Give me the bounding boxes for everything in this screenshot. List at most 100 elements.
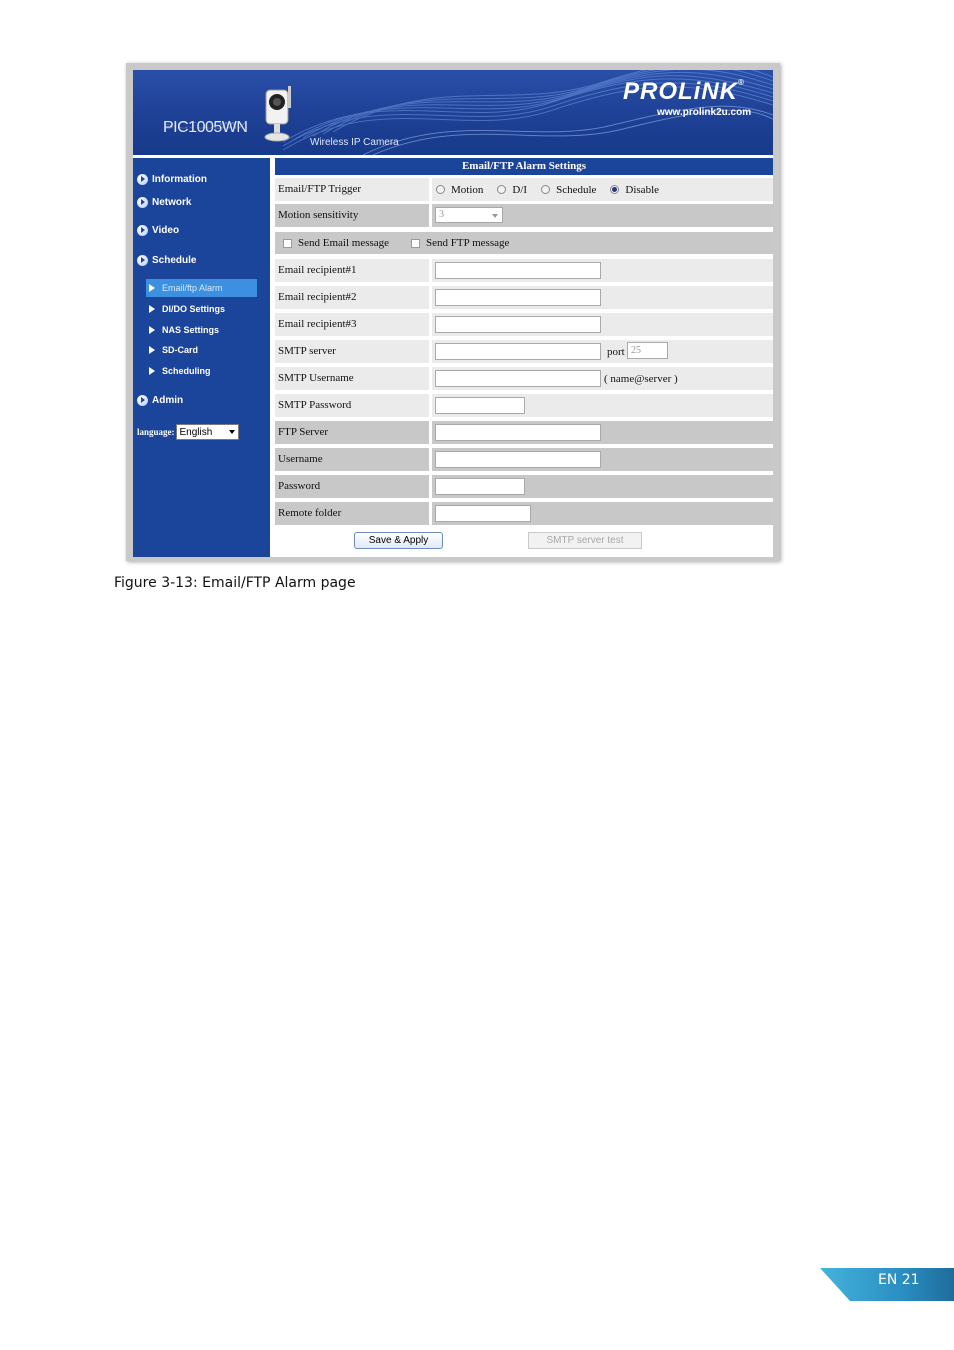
page-number: EN 21: [878, 1272, 920, 1288]
smtp-username-hint: ( name@server ): [604, 373, 678, 385]
nav-label: Network: [152, 196, 192, 208]
radio-label: Schedule: [556, 183, 597, 196]
remote-folder-label: Remote folder: [278, 507, 342, 519]
row-email-recipient-1: Email recipient#1: [275, 259, 773, 282]
screenshot-frame: PIC1005WN PIC1005WN Wireless IP Camera P…: [126, 63, 780, 561]
trigger-radio-group: Motion D/I Schedule Disable: [436, 178, 673, 201]
radio-label: Disable: [625, 183, 660, 196]
sensitivity-cell: 3: [432, 204, 773, 227]
language-row: language: English: [137, 424, 239, 440]
row-trigger: Email/FTP Trigger Motion D/I Schedule Di…: [275, 178, 773, 201]
nav-label: Admin: [152, 394, 184, 406]
smtp-password-cell: [432, 394, 773, 417]
row-email-recipient-3: Email recipient#3: [275, 313, 773, 336]
send-email-checkbox[interactable]: Send Email message: [283, 237, 389, 249]
smtp-server-cell: port 25: [432, 340, 773, 363]
row-smtp-server: SMTP server port 25: [275, 340, 773, 363]
send-ftp-checkbox[interactable]: Send FTP message: [411, 237, 509, 249]
radio-label: Motion: [451, 183, 484, 196]
trigger-options: Motion D/I Schedule Disable: [432, 178, 773, 201]
recipient2-label: Email recipient#2: [278, 291, 357, 303]
nav-label: Information: [152, 173, 207, 185]
radio-disable[interactable]: Disable: [610, 184, 659, 196]
nav-schedule[interactable]: Schedule: [137, 253, 196, 267]
form-title: Email/FTP Alarm Settings: [275, 158, 773, 175]
sidebar-nav: Information Network Video Schedule Email…: [133, 158, 270, 557]
triangle-right-icon: [149, 367, 155, 375]
arrow-bullet-icon: [137, 224, 148, 236]
ftp-server-input[interactable]: [435, 424, 601, 441]
header-banner: PIC1005WN PIC1005WN Wireless IP Camera P…: [133, 70, 773, 155]
model-name-reflection: PIC1005WN: [163, 119, 248, 130]
radio-schedule[interactable]: Schedule: [541, 184, 596, 196]
dropdown-caret-icon: [228, 430, 235, 434]
remote-folder-input[interactable]: [435, 505, 531, 522]
nav-label: Video: [152, 224, 180, 236]
dropdown-caret-icon: [492, 214, 498, 218]
username-input[interactable]: [435, 451, 601, 468]
subnav-scheduling[interactable]: Scheduling: [146, 362, 257, 380]
password-cell: [432, 475, 773, 498]
subnav-email-ftp-alarm[interactable]: Email/ftp Alarm: [146, 279, 257, 297]
nav-video[interactable]: Video: [137, 223, 179, 237]
radio-label: D/I: [512, 183, 528, 196]
nav-admin[interactable]: Admin: [137, 393, 183, 407]
recipient2-input[interactable]: [435, 289, 601, 306]
username-label: Username: [278, 453, 323, 465]
recipient3-label: Email recipient#3: [278, 318, 357, 330]
arrow-bullet-icon: [137, 394, 148, 406]
ftp-server-label: FTP Server: [278, 426, 329, 438]
subnav-sd-card[interactable]: SD-Card: [146, 341, 257, 359]
port-value: 25: [631, 345, 641, 356]
smtp-username-cell: ( name@server ): [432, 367, 773, 390]
row-motion-sensitivity: Motion sensitivity 3: [275, 204, 773, 227]
recipient1-cell: [432, 259, 773, 282]
figure-caption: Figure 3-13: Email/FTP Alarm page: [114, 575, 356, 591]
password-input[interactable]: [435, 478, 525, 495]
radio-di[interactable]: D/I: [497, 184, 527, 196]
save-apply-button[interactable]: Save & Apply: [354, 532, 443, 549]
trigger-label: Email/FTP Trigger: [278, 183, 362, 195]
radio-circle: [497, 185, 507, 194]
row-ftp-password: Password: [275, 475, 773, 498]
smtp-username-input[interactable]: [435, 370, 601, 387]
sensitivity-value: 3: [439, 209, 444, 220]
smtp-password-label: SMTP Password: [278, 399, 352, 411]
radio-circle: [541, 185, 551, 194]
port-input[interactable]: 25: [627, 342, 668, 359]
remote-folder-cell: [432, 502, 773, 525]
radio-circle: [610, 185, 620, 194]
web-ui: PIC1005WN PIC1005WN Wireless IP Camera P…: [133, 70, 773, 557]
language-select[interactable]: English: [175, 424, 239, 440]
recipient3-input[interactable]: [435, 316, 601, 333]
product-tagline: Wireless IP Camera: [310, 137, 399, 148]
smtp-password-input[interactable]: [435, 397, 525, 414]
nav-network[interactable]: Network: [137, 195, 191, 209]
triangle-right-icon: [149, 305, 155, 313]
recipient1-input[interactable]: [435, 262, 601, 279]
language-label: language:: [137, 427, 175, 437]
arrow-bullet-icon: [137, 196, 148, 208]
subnav-nas-settings[interactable]: NAS Settings: [146, 321, 257, 339]
subnav-dido-settings[interactable]: DI/DO Settings: [146, 300, 257, 318]
language-value: English: [179, 426, 213, 438]
checkbox-label: Send Email message: [298, 237, 390, 249]
camera-image: [264, 86, 291, 142]
ftp-server-cell: [432, 421, 773, 444]
brand-logo: PROLiNK®: [623, 78, 745, 106]
arrow-bullet-icon: [137, 173, 148, 185]
checkbox-label: Send FTP message: [426, 237, 510, 249]
triangle-right-icon: [149, 284, 155, 292]
recipient3-cell: [432, 313, 773, 336]
sensitivity-select[interactable]: 3: [435, 207, 503, 223]
row-email-recipient-2: Email recipient#2: [275, 286, 773, 309]
smtp-server-label: SMTP server: [278, 345, 336, 357]
row-smtp-username: SMTP Username ( name@server ): [275, 367, 773, 390]
radio-motion[interactable]: Motion: [436, 184, 483, 196]
smtp-server-test-button[interactable]: SMTP server test: [528, 532, 642, 549]
radio-circle: [436, 185, 445, 194]
brand-name: PROLiNK: [623, 78, 738, 105]
smtp-server-input[interactable]: [435, 343, 601, 360]
nav-information[interactable]: Information: [137, 172, 207, 186]
brand-url: www.prolink2u.com: [657, 107, 752, 118]
